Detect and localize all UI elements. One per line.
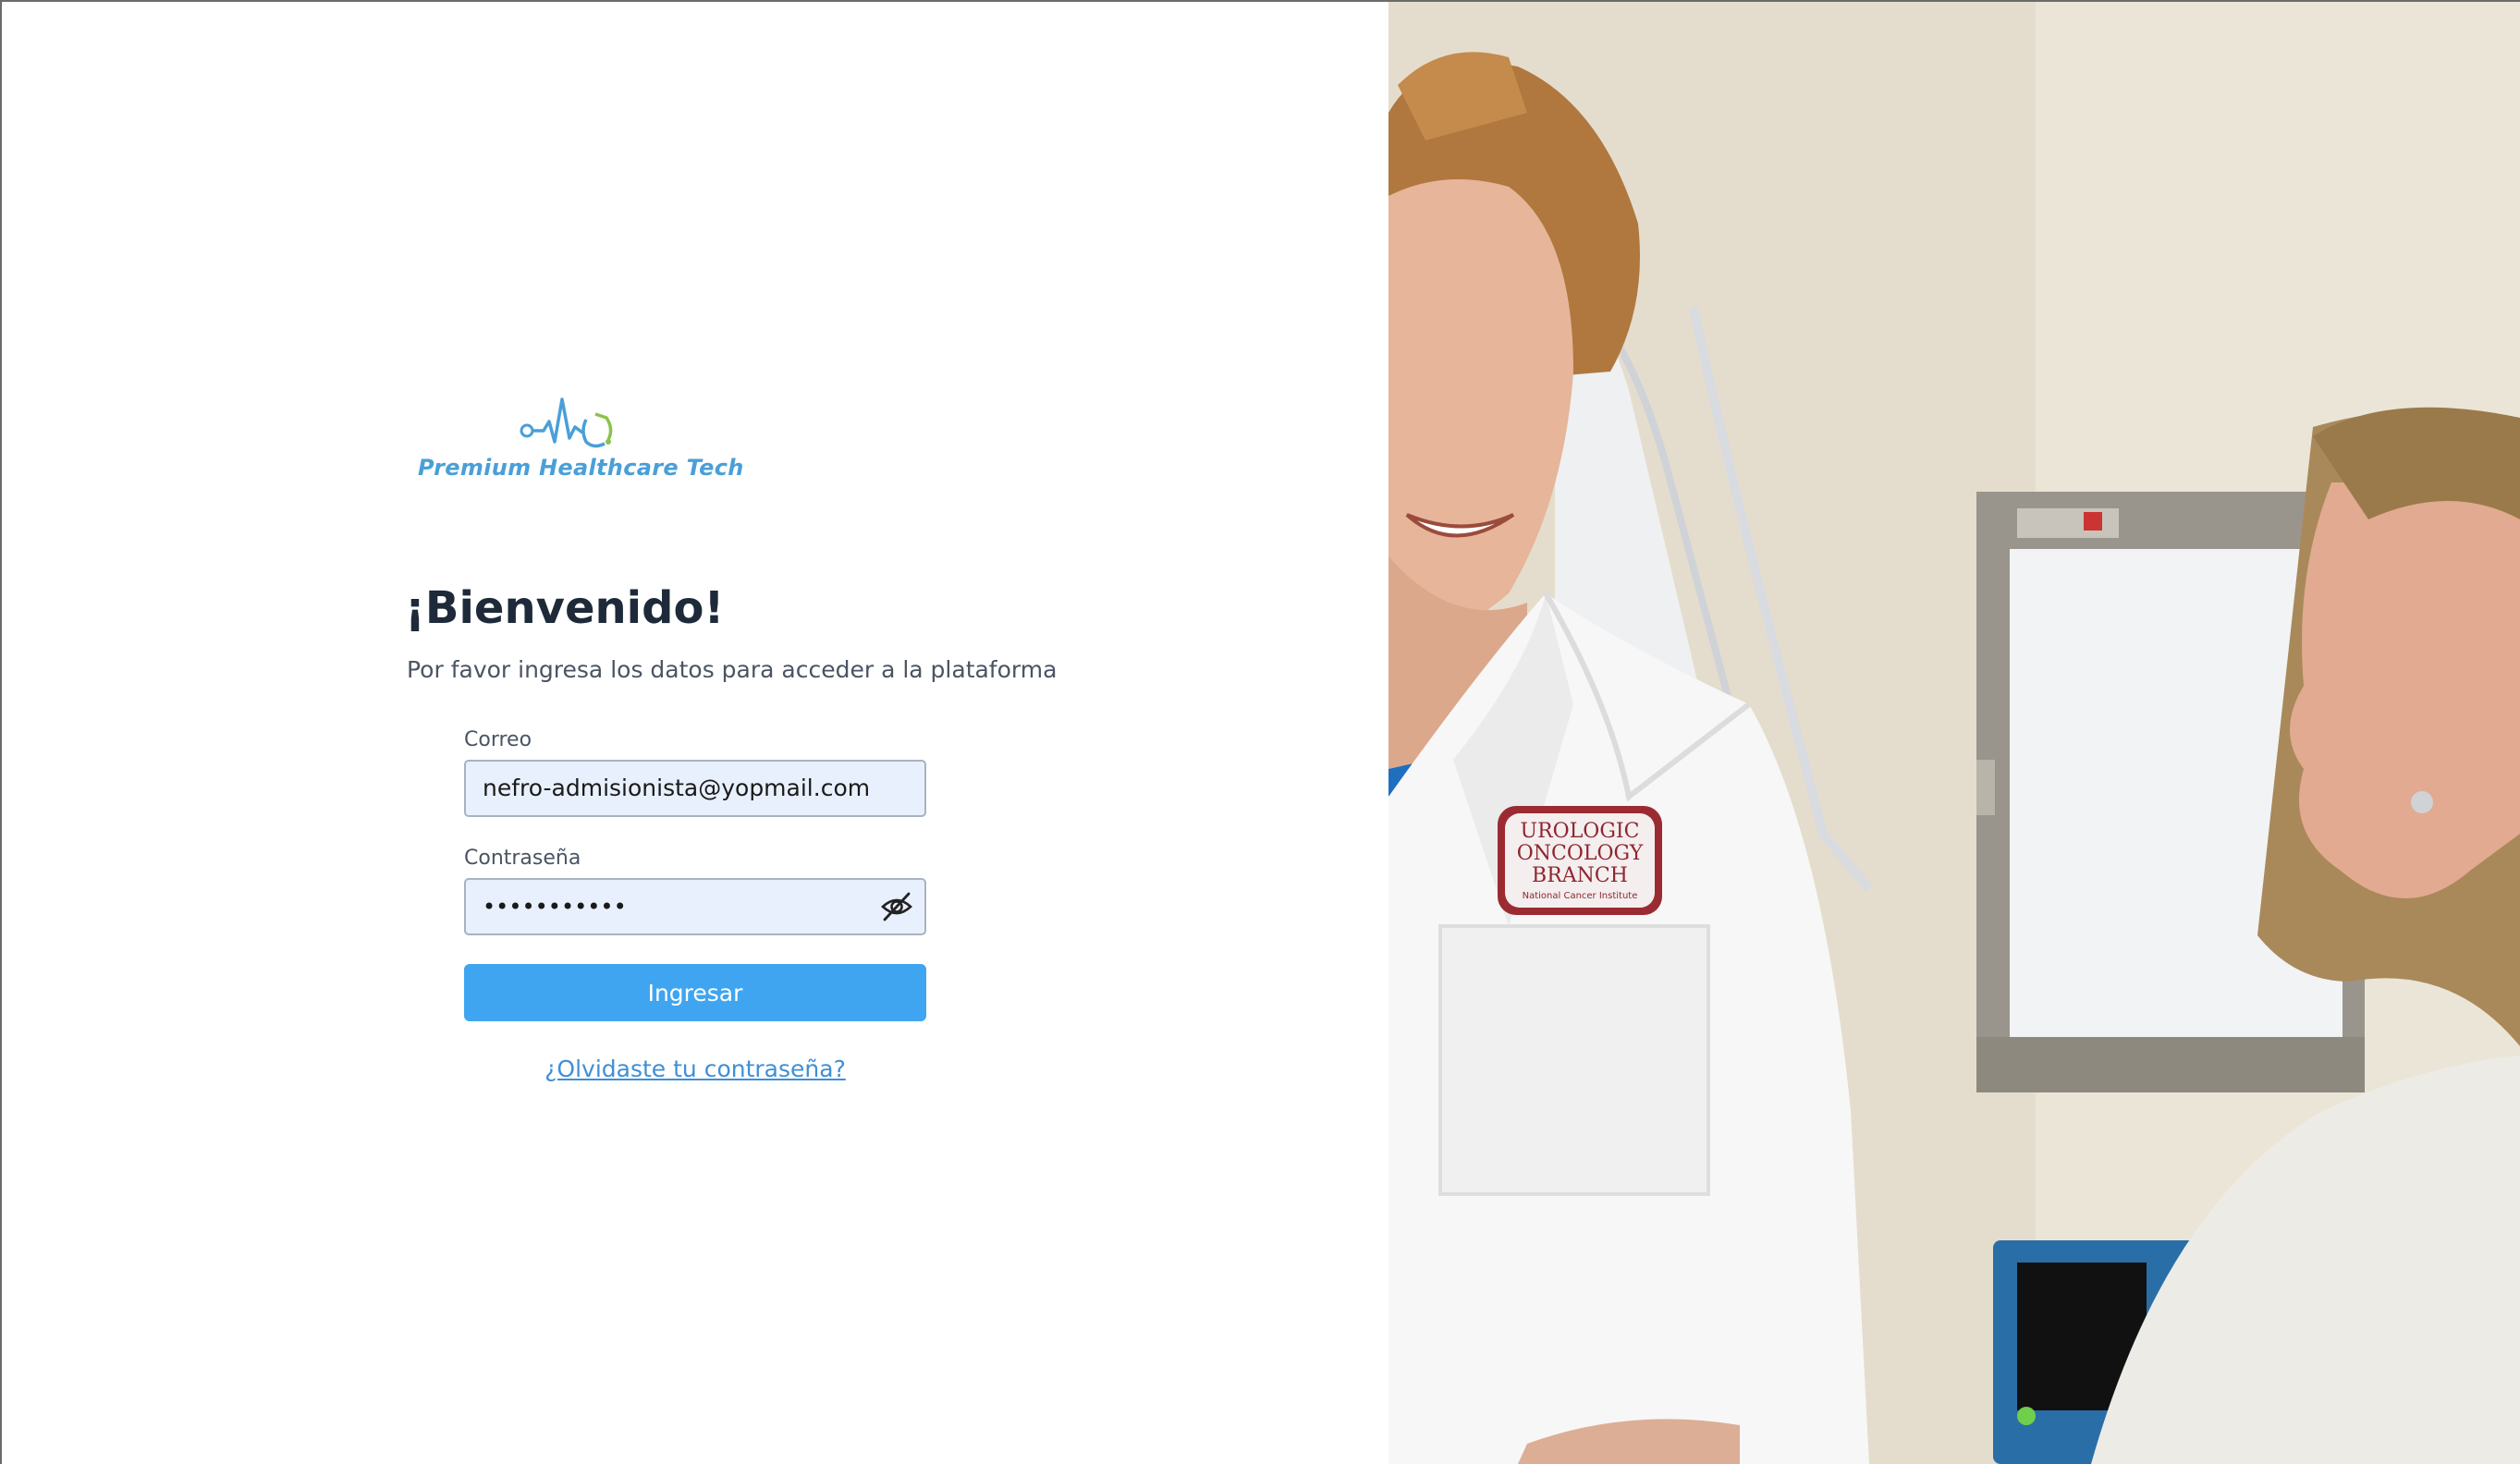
welcome-subtitle: Por favor ingresa los datos para acceder… (407, 656, 1058, 683)
email-label: Correo (464, 728, 532, 751)
patch-line-1: UROLOGIC (1521, 820, 1640, 843)
eye-slash-icon[interactable] (880, 891, 913, 922)
patch-line-3: BRANCH (1532, 864, 1628, 887)
welcome-title: ¡Bienvenido! (405, 582, 725, 634)
login-page: Premium Healthcare Tech ¡Bienvenido! Por… (0, 0, 2520, 1464)
login-panel: Premium Healthcare Tech ¡Bienvenido! Por… (2, 2, 1388, 1464)
login-button[interactable]: Ingresar (464, 964, 926, 1021)
password-value: ••••••••••• (483, 894, 627, 920)
brand-logo: Premium Healthcare Tech (414, 397, 743, 486)
email-field[interactable]: nefro-admisionista@yopmail.com (464, 760, 926, 817)
email-value: nefro-admisionista@yopmail.com (483, 775, 871, 801)
brand-name: Premium Healthcare Tech (418, 455, 744, 481)
patch-line-2: ONCOLOGY (1517, 842, 1644, 865)
patch-footer: National Cancer Institute (1523, 891, 1638, 901)
forgot-password-link[interactable]: ¿Olvidaste tu contraseña? (464, 1055, 926, 1082)
password-field[interactable]: ••••••••••• (464, 878, 926, 935)
hero-photo: UROLOGIC ONCOLOGY BRANCH National Cancer… (1388, 2, 2520, 1464)
stethoscope-heartbeat-icon (520, 397, 613, 448)
password-label: Contraseña (464, 847, 581, 870)
